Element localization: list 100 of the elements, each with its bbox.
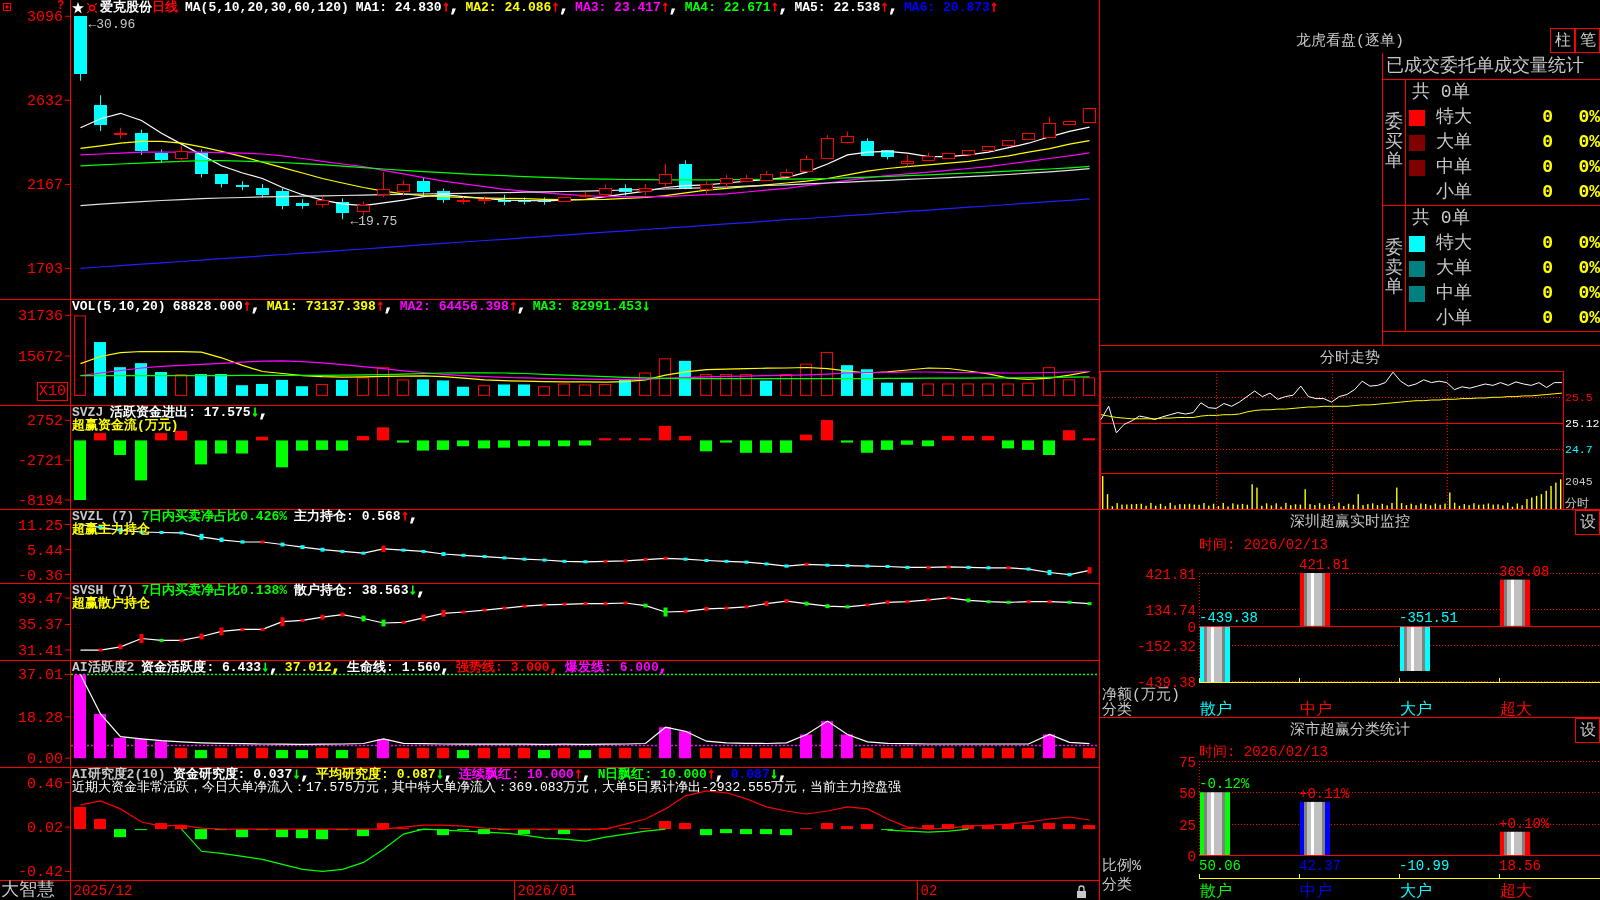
legend-text: AI活跃度2: [72, 661, 135, 674]
trend-arrow: ↓: [435, 768, 445, 781]
legend-separator: ,: [517, 300, 526, 313]
order-size-label: 特大: [1435, 106, 1473, 129]
section-title: 深市超赢分类统计: [1290, 721, 1410, 740]
section-title: 深圳超赢实时监控: [1290, 514, 1410, 532]
axis-label: 3096: [27, 9, 63, 27]
count-value: 0: [1541, 257, 1553, 280]
side-label: 委买单: [1385, 112, 1403, 173]
trend-arrow: ↑: [989, 1, 999, 14]
legend-text: 爆发线: 6.000: [565, 661, 659, 674]
stats-title: 已成交委托单成交量统计: [1383, 53, 1600, 80]
legend-text: MA5: 22.538: [794, 1, 881, 14]
axis-label: 31.41: [18, 643, 63, 660]
axis-label: 75: [1179, 754, 1196, 771]
axis-label: 24.7: [1565, 443, 1593, 457]
legend-text: 主力持仓: 0.568: [294, 510, 401, 523]
total-label: 共 0单: [1411, 207, 1471, 230]
legend-text: MA4: 22.671: [684, 1, 771, 14]
legend-separator: ,: [409, 510, 418, 523]
legend-separator: ,: [549, 661, 559, 674]
axis-label: 2632: [27, 93, 63, 111]
legend-separator: ,: [444, 768, 453, 781]
date-label: 2026/01: [517, 883, 577, 899]
price-annotation: ←30.96: [88, 17, 136, 33]
category-label: 大户: [1400, 701, 1432, 717]
trend-arrow: ↑: [706, 768, 716, 781]
summary-text: 近期大资金非常活跃，今日大单净流入：17.575万元，其中特大单净流入：369.083万元，大单5日累计净出-2932.555万元，当前主力控盘强: [72, 781, 902, 794]
axis-label: 25: [1179, 817, 1196, 834]
count-value: 0: [1541, 282, 1553, 305]
trend-arrow: ↓: [769, 768, 779, 781]
legend-text: 超赢资金流(万元): [72, 419, 179, 432]
legend-separator: ,: [300, 768, 310, 781]
axis-label: 35.37: [18, 617, 63, 635]
axis-label: 18.28: [18, 709, 63, 727]
legend-text: MA3: 82991.453: [532, 300, 642, 313]
trend-arrow: ↑: [400, 510, 410, 523]
axis-label: 37.01: [18, 667, 63, 685]
axis-title: 分类: [1102, 702, 1132, 717]
legend-text: 资金研究度: 0.037: [172, 768, 293, 781]
legend-text: 0.087: [730, 768, 770, 781]
trend-arrow: ↓: [408, 584, 417, 597]
order-size-label: 特大: [1435, 232, 1473, 255]
order-size-label: 大单: [1435, 131, 1473, 154]
legend-text: 强势线: 3.000: [456, 661, 550, 674]
legend-text: 超赢散户持仓: [72, 597, 150, 610]
axis-label: 2045: [1565, 475, 1593, 488]
value-label: 421.81: [1299, 557, 1350, 573]
value-label: -351.51: [1399, 609, 1458, 626]
price-annotation: ←19.75: [350, 214, 398, 230]
share-value: 0%: [1577, 156, 1600, 179]
change-label: +0.11%: [1299, 785, 1350, 802]
section-title: 分时走势: [1320, 349, 1380, 368]
legend-separator: ,: [269, 661, 278, 674]
count-value: 0: [1541, 307, 1553, 330]
axis-label: 5.44: [27, 542, 63, 560]
category-label: 超大: [1500, 701, 1532, 717]
category-label: 中户: [1300, 701, 1332, 717]
trend-arrow: ↑: [375, 300, 385, 313]
legend-text: 资金活跃度: 6.433: [141, 661, 261, 674]
legend-text: 连续飘红: 10.000: [459, 768, 574, 781]
legend-separator: ,: [715, 768, 724, 781]
axis-label: 31736: [18, 308, 63, 326]
panel-title: 龙虎看盘(逐单): [1296, 33, 1404, 52]
trend-arrow: ↑: [770, 1, 779, 14]
share-value: 0%: [1577, 282, 1600, 305]
legend-text: 平均研究度: 0.087: [316, 768, 436, 781]
legend-text: 68828.000: [172, 300, 243, 313]
legend-text: MA2: 24.086: [465, 1, 552, 14]
axis-label: 25.12: [1565, 417, 1600, 430]
date-label: 02: [920, 883, 938, 899]
total-label: 共 0单: [1411, 81, 1471, 104]
value-label: 18.56: [1499, 858, 1541, 874]
legend-separator: ,: [888, 1, 898, 14]
trend-arrow: ↑: [660, 1, 670, 14]
legend-separator: ,: [778, 768, 787, 781]
legend-separator: ,: [440, 661, 450, 674]
legend-text: 散户持仓: 38.563: [294, 584, 409, 597]
category-label: 散户: [1200, 701, 1232, 717]
legend-separator: ,: [251, 300, 260, 313]
order-size-label: 小单: [1435, 181, 1473, 204]
legend-text: MA1: 24.830: [355, 1, 442, 14]
category-label: 大户: [1400, 883, 1432, 900]
category-label: 散户: [1200, 883, 1232, 900]
legend-separator: ,: [779, 1, 788, 14]
axis-label: 15672: [18, 349, 63, 367]
legend-text: N日飘红: 10.000: [597, 768, 707, 781]
legend-separator: ,: [669, 1, 678, 14]
legend-text: VOL(5,10,20): [72, 300, 166, 313]
share-value: 0%: [1577, 131, 1600, 154]
order-size-label: 大单: [1435, 257, 1473, 280]
axis-label: 2167: [27, 177, 63, 195]
axis-label: 2752: [27, 413, 63, 431]
trend-arrow: ↓: [261, 661, 270, 674]
value-label: 42.37: [1299, 858, 1341, 874]
order-size-label: 中单: [1435, 282, 1473, 305]
scale-label: X10: [37, 382, 68, 401]
axis-label: 0.00: [27, 751, 63, 767]
axis-label: -8194: [18, 493, 63, 509]
trend-arrow: ↓: [292, 768, 301, 781]
